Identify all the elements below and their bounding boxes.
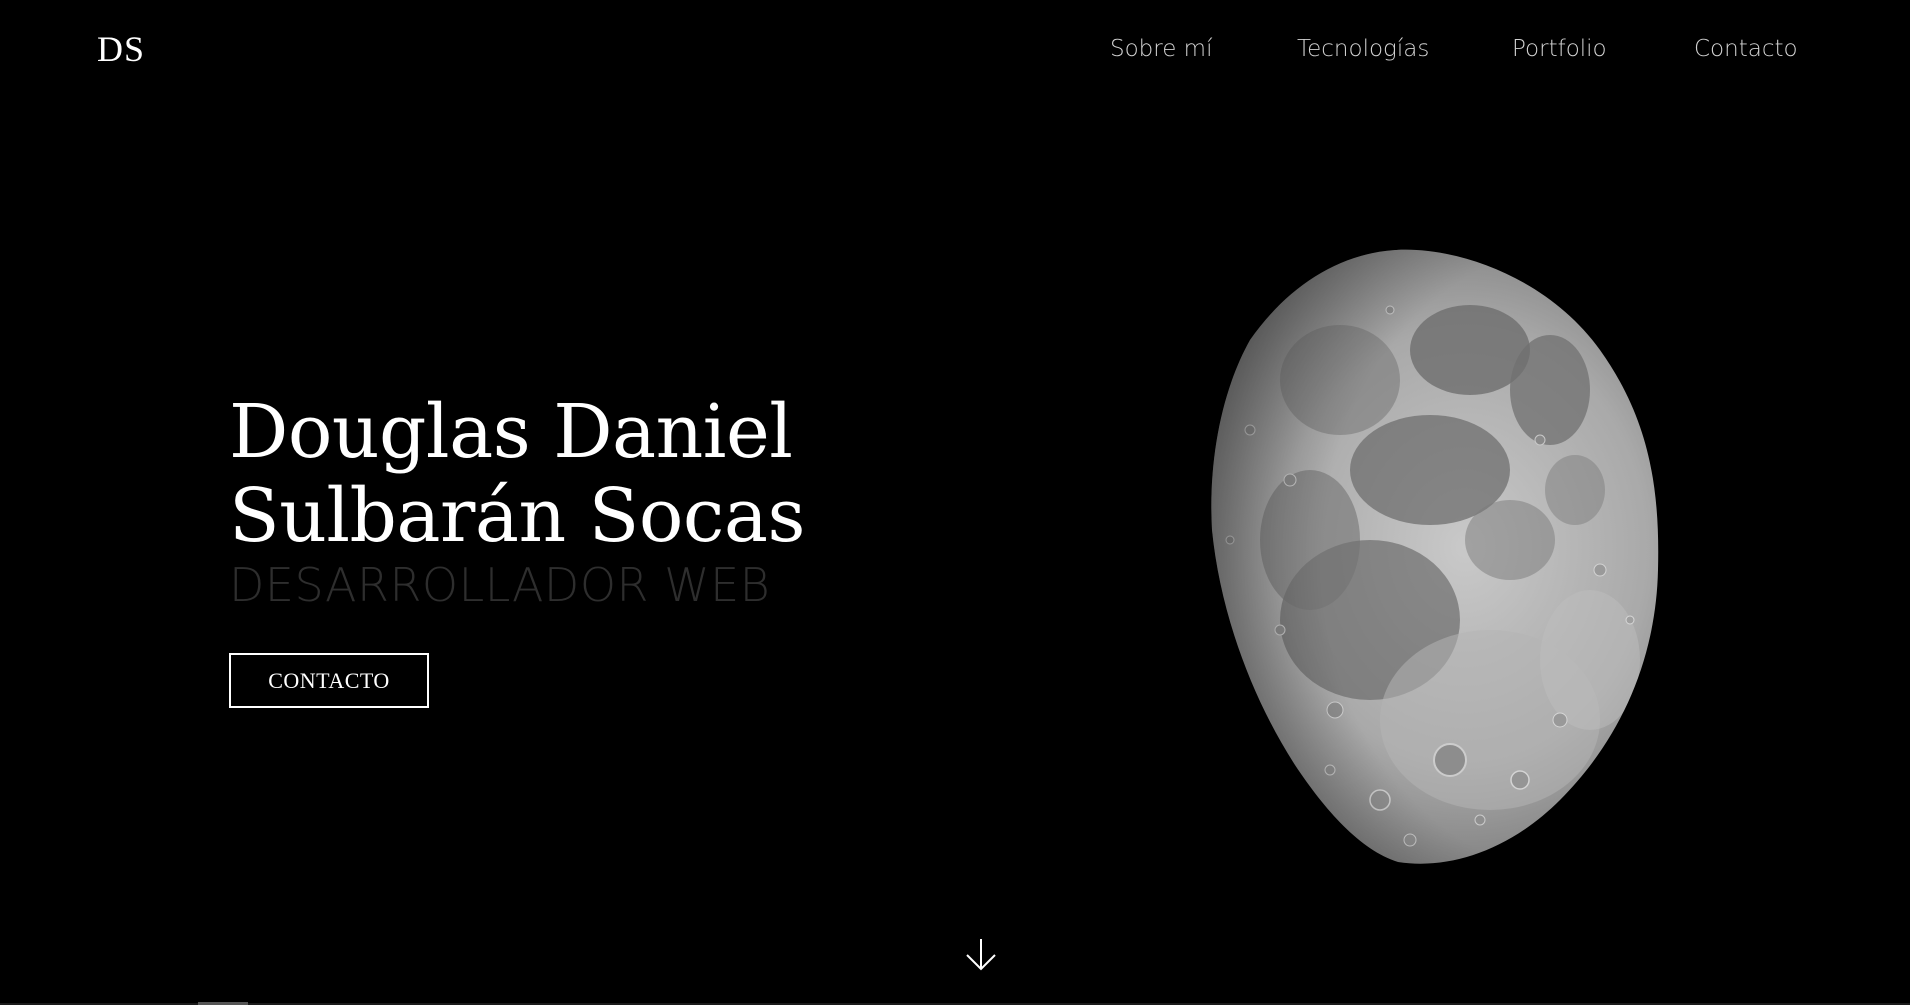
hero-name-line1: Douglas Daniel: [229, 389, 793, 475]
main-nav: Sobre mí Tecnologías Portfolio Contacto: [1110, 36, 1810, 66]
nav-item-portfolio[interactable]: Portfolio: [1512, 36, 1607, 62]
hero-name: Douglas Daniel Sulbarán Socas: [229, 389, 805, 558]
nav-item-sobre-mi[interactable]: Sobre mí: [1110, 36, 1212, 62]
nav-item-contacto[interactable]: Contacto: [1694, 36, 1798, 62]
contact-button[interactable]: CONTACTO: [229, 653, 429, 708]
arrow-down-icon[interactable]: [962, 936, 1000, 974]
hero-name-line2: Sulbarán Socas: [229, 473, 805, 559]
moon-image: [1130, 240, 1670, 880]
logo[interactable]: DS: [97, 28, 145, 70]
hero-section: Douglas Daniel Sulbarán Socas DESARROLLA…: [229, 389, 805, 612]
nav-item-tecnologias[interactable]: Tecnologías: [1297, 36, 1429, 62]
hero-role: DESARROLLADOR WEB: [229, 558, 771, 612]
